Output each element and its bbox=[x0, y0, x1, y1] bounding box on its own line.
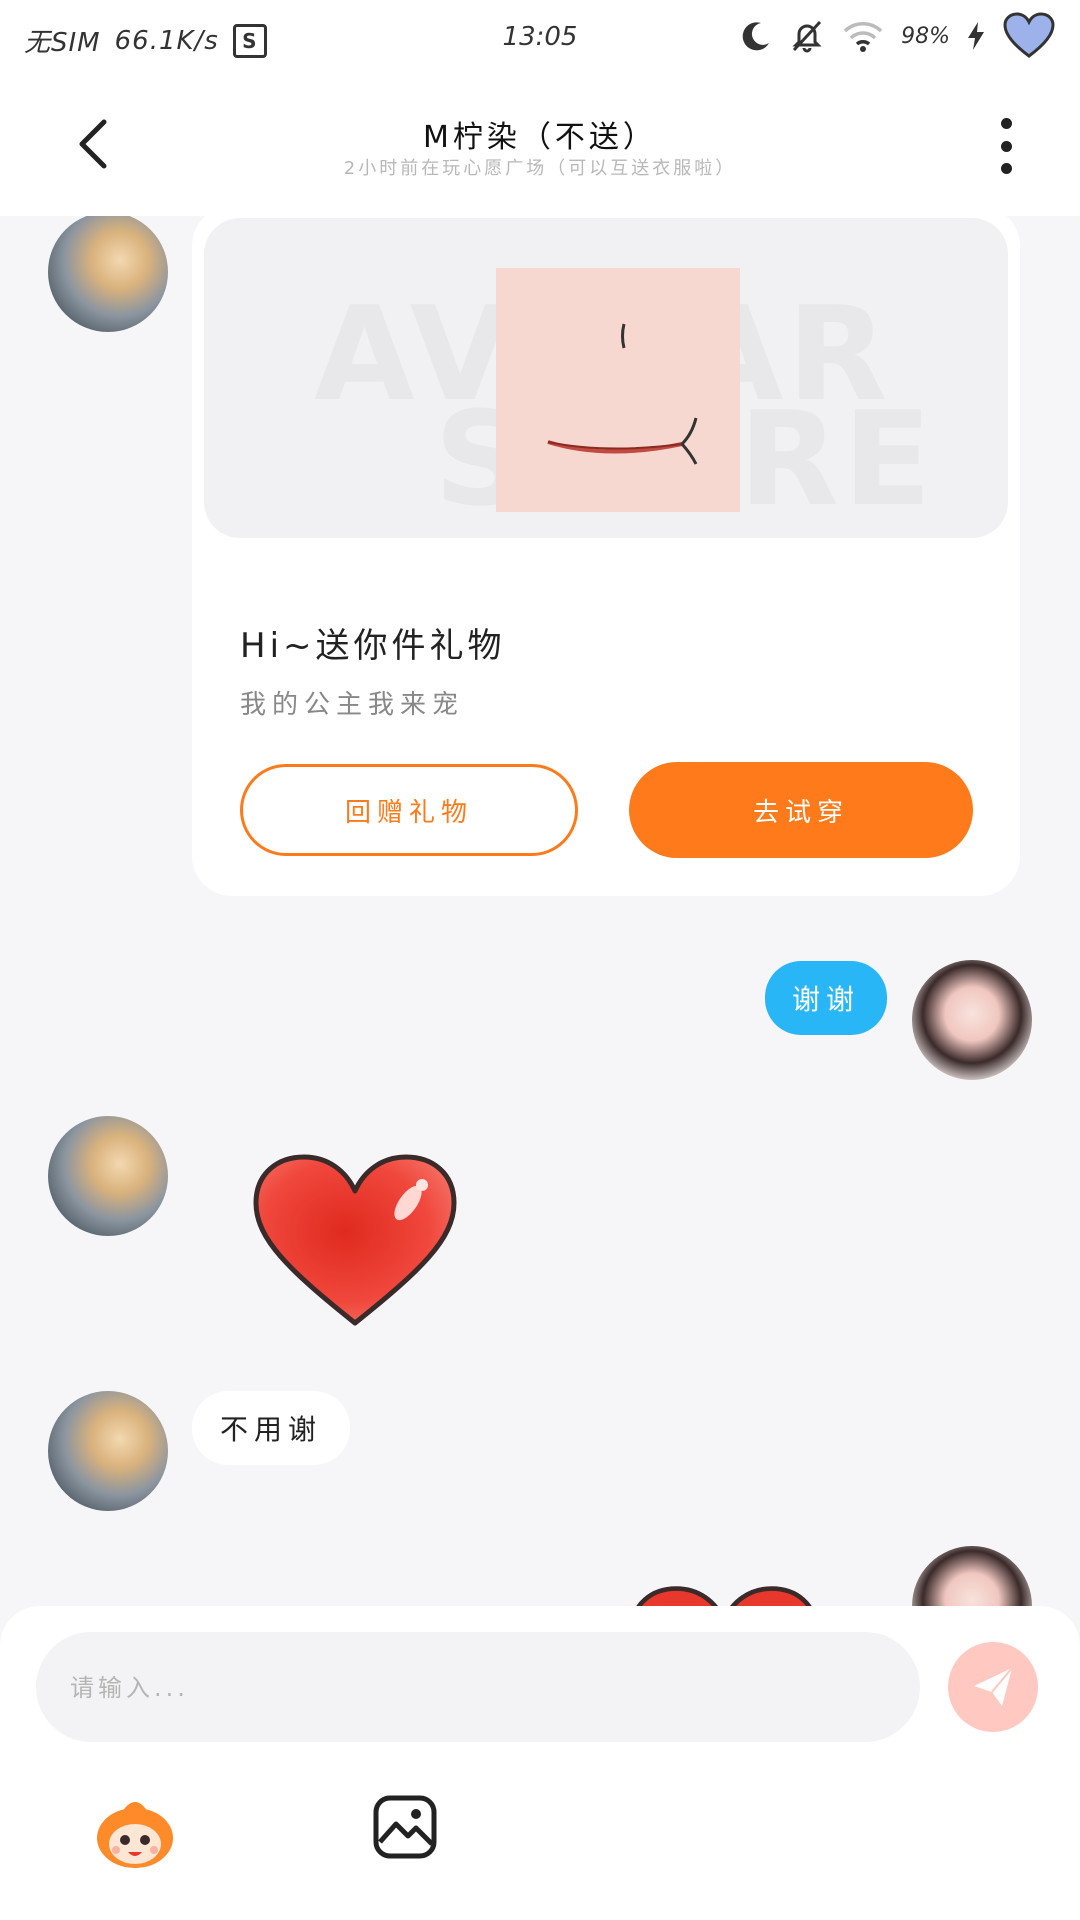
status-bar: 无SIM 66.1K/s S 13:05 98% bbox=[0, 0, 1080, 72]
try-on-button[interactable]: 去试穿 bbox=[629, 762, 973, 858]
heart-sticker[interactable] bbox=[250, 1151, 460, 1331]
send-button[interactable] bbox=[948, 1642, 1038, 1732]
gift-subtitle: 我的公主我来宠 bbox=[240, 690, 465, 720]
chat-header: M柠染（不送） 2小时前在玩心愿广场（可以互送衣服啦） bbox=[0, 72, 1080, 216]
sent-message-bubble[interactable]: 谢谢 bbox=[765, 961, 887, 1035]
gift-card[interactable]: AVATAR STORE Hi~送你件礼物 我的公主我来宠 回赠礼物 去试穿 bbox=[192, 216, 1020, 896]
gift-title: Hi~送你件礼物 bbox=[240, 626, 506, 666]
my-avatar[interactable] bbox=[912, 960, 1032, 1080]
contact-status: 2小时前在玩心愿广场（可以互送衣服啦） bbox=[343, 158, 737, 179]
gift-item-image bbox=[496, 268, 740, 512]
mascot-emoji-icon[interactable] bbox=[92, 1792, 178, 1872]
moon-icon bbox=[742, 22, 770, 51]
return-gift-button[interactable]: 回赠礼物 bbox=[240, 764, 578, 856]
dot-icon bbox=[1000, 163, 1012, 174]
chat-messages[interactable]: AVATAR STORE Hi~送你件礼物 我的公主我来宠 回赠礼物 去试穿 谢… bbox=[0, 216, 1080, 1606]
status-right: 98% bbox=[739, 12, 1056, 60]
contact-name: M柠染（不送） bbox=[423, 120, 657, 155]
message-input-box[interactable] bbox=[36, 1632, 920, 1744]
input-panel bbox=[0, 1606, 1080, 1920]
dot-icon bbox=[1000, 118, 1012, 129]
contact-avatar[interactable] bbox=[48, 1116, 168, 1236]
heart-icon[interactable] bbox=[1002, 12, 1056, 60]
wifi-icon bbox=[843, 22, 883, 52]
message-input[interactable] bbox=[68, 1632, 892, 1744]
my-avatar[interactable] bbox=[912, 1546, 1032, 1606]
battery-level: 98% bbox=[901, 23, 950, 49]
contact-avatar[interactable] bbox=[48, 1391, 168, 1511]
contact-avatar[interactable] bbox=[48, 216, 168, 332]
more-options-button[interactable] bbox=[998, 118, 1014, 174]
heart-sticker[interactable] bbox=[626, 1582, 822, 1606]
gift-preview: AVATAR STORE bbox=[204, 218, 1008, 538]
charging-icon bbox=[968, 22, 984, 50]
dot-icon bbox=[1000, 140, 1012, 152]
send-icon bbox=[974, 1667, 1013, 1706]
image-picker-icon[interactable] bbox=[372, 1794, 438, 1860]
received-message-bubble[interactable]: 不用谢 bbox=[192, 1391, 350, 1465]
bell-off-icon bbox=[792, 20, 822, 53]
